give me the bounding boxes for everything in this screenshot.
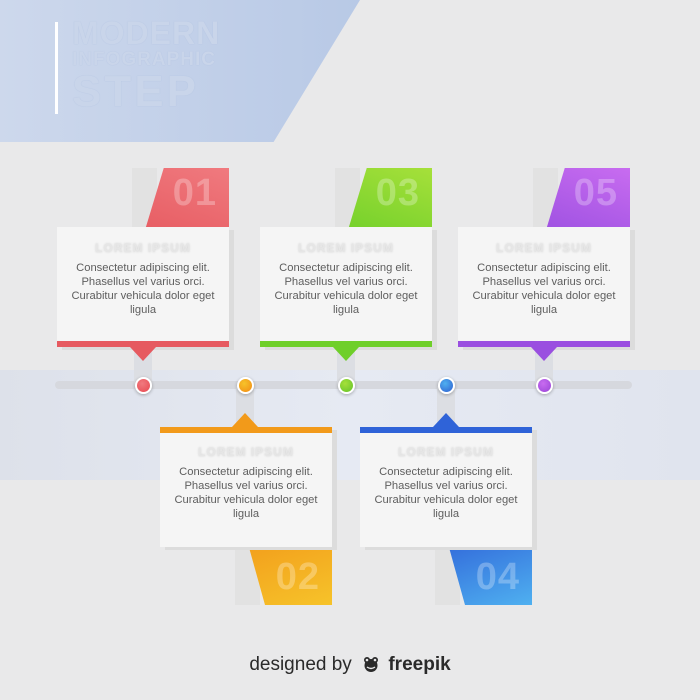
title-line-1: MODERN [72, 15, 221, 51]
title-accent-bar [55, 22, 58, 114]
step-5-card: LOREM IPSUM Consectetur adipiscing elit. … [458, 227, 630, 347]
step-1-heading: LOREM IPSUM [95, 241, 191, 255]
footer-credit: designed by freepik [0, 654, 700, 676]
step-3-dot [338, 377, 355, 394]
step-1-dot [135, 377, 152, 394]
step-3-text: Consectetur adipiscing elit. Phasellus v… [274, 262, 418, 316]
step-2-card: LOREM IPSUM Consectetur adipiscing elit. … [160, 427, 332, 547]
step-5-pointer [531, 347, 557, 361]
step-5-number: 05 [573, 172, 618, 214]
step-5-text: Consectetur adipiscing elit. Phasellus v… [472, 262, 616, 316]
step-4-dot [438, 377, 455, 394]
step-4-text: Consectetur adipiscing elit. Phasellus v… [374, 466, 518, 520]
step-2-number: 02 [275, 556, 320, 598]
step-1-number: 01 [172, 172, 217, 214]
step-1-text: Consectetur adipiscing elit. Phasellus v… [71, 262, 215, 316]
step-3-number: 03 [375, 172, 420, 214]
step-4-number: 04 [475, 556, 520, 598]
step-3-pointer [333, 347, 359, 361]
infographic-title: MODERN INFOGRAPHIC STEP [72, 16, 312, 114]
step-1-pointer [130, 347, 156, 361]
footer-prefix: designed by [249, 654, 352, 675]
step-5-dot [536, 377, 553, 394]
step-2-heading: LOREM IPSUM [198, 445, 294, 459]
step-2-pointer [232, 413, 258, 427]
freepik-logo-icon [364, 657, 379, 672]
step-1-card: LOREM IPSUM Consectetur adipiscing elit. … [57, 227, 229, 347]
step-4-heading: LOREM IPSUM [398, 445, 494, 459]
step-3-card: LOREM IPSUM Consectetur adipiscing elit. … [260, 227, 432, 347]
footer-brand: freepik [388, 654, 451, 675]
step-4-pointer [433, 413, 459, 427]
step-5-heading: LOREM IPSUM [496, 241, 592, 255]
step-3-heading: LOREM IPSUM [298, 241, 394, 255]
step-2-text: Consectetur adipiscing elit. Phasellus v… [174, 466, 318, 520]
step-2-dot [237, 377, 254, 394]
title-line-3: STEP [72, 67, 199, 116]
step-4-card: LOREM IPSUM Consectetur adipiscing elit. … [360, 427, 532, 547]
